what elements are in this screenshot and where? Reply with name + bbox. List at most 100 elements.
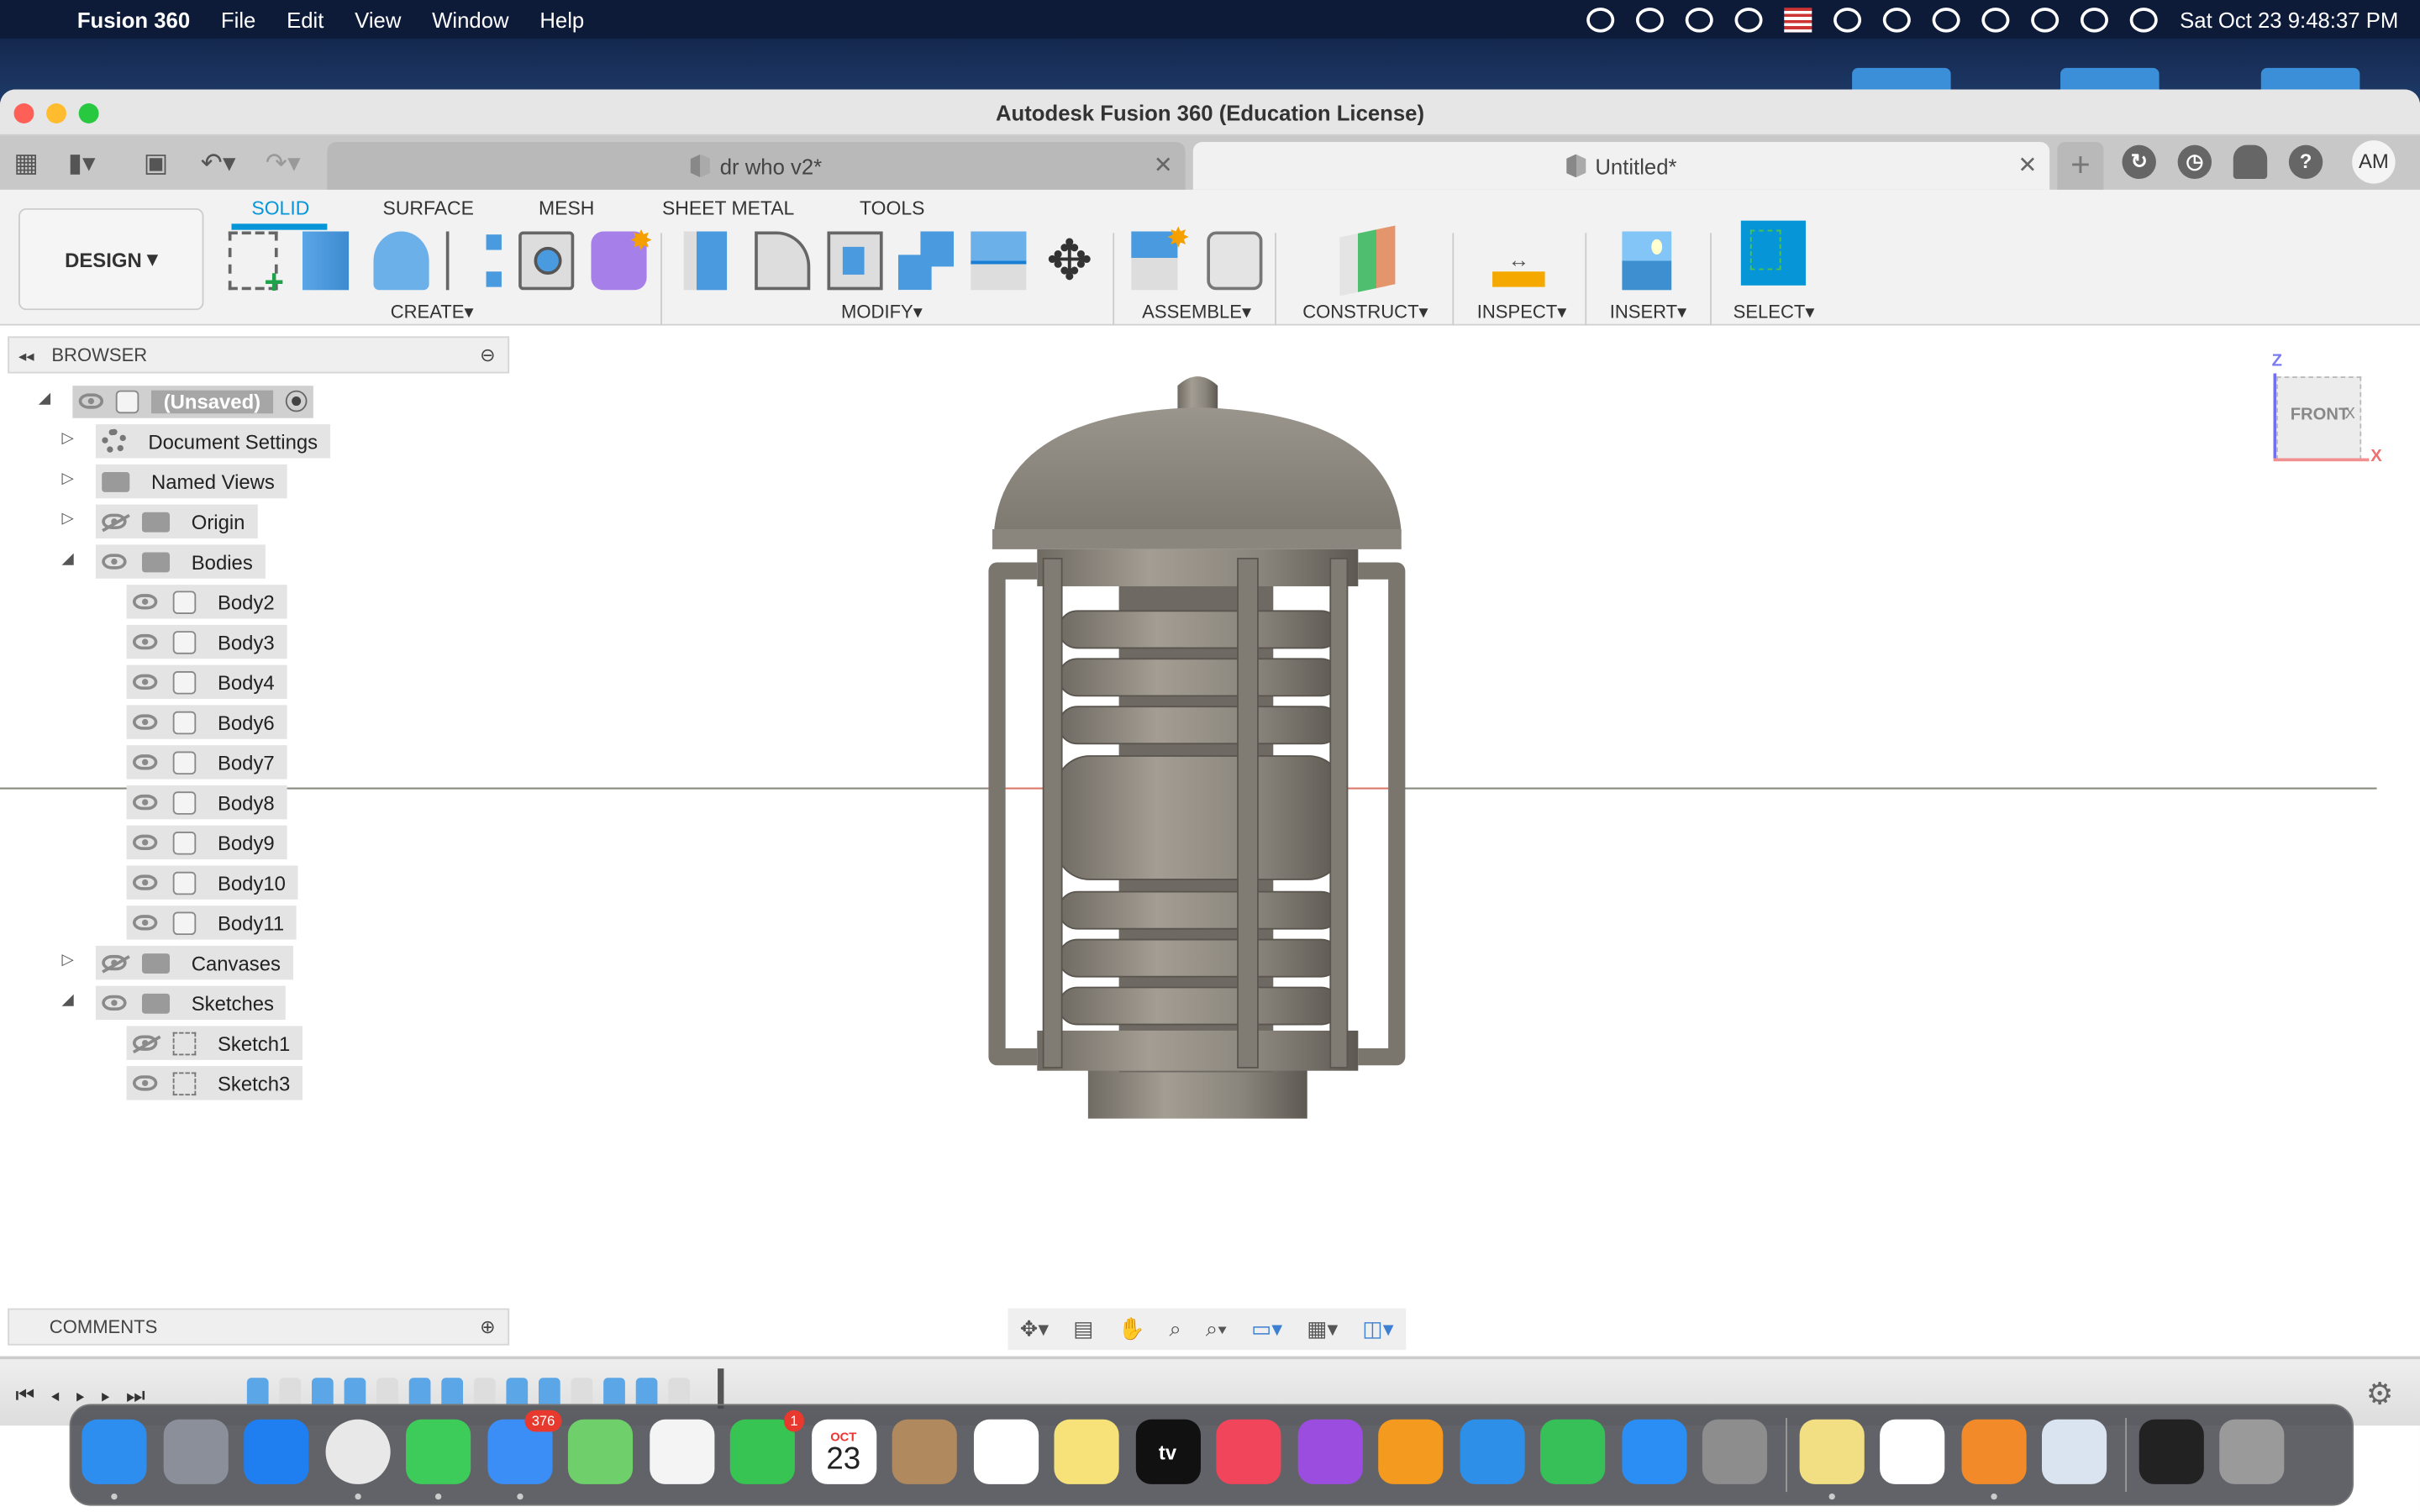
hole-icon[interactable] bbox=[518, 231, 575, 291]
visibility-eye-icon[interactable] bbox=[132, 594, 158, 610]
dock-photos-icon[interactable] bbox=[649, 1419, 714, 1484]
tree-root[interactable]: ◢ (Unsaved) bbox=[39, 384, 313, 417]
play-icon[interactable] bbox=[1686, 7, 1714, 32]
desktop-folder-icon[interactable] bbox=[1852, 67, 1951, 90]
dock-maps-icon[interactable] bbox=[567, 1419, 634, 1484]
new-component-icon[interactable]: ✸ bbox=[1131, 222, 1190, 291]
dock-music-icon[interactable] bbox=[1216, 1419, 1281, 1484]
offset-plane-icon[interactable] bbox=[1339, 225, 1396, 297]
tree-item[interactable]: Body2 bbox=[92, 585, 287, 619]
extrude-icon[interactable] bbox=[302, 231, 350, 291]
close-tab-icon[interactable]: ✕ bbox=[2018, 151, 2037, 179]
select-icon[interactable] bbox=[1740, 220, 1806, 286]
tab-sheet-metal[interactable]: SHEET METAL bbox=[662, 197, 794, 219]
tree-item[interactable]: ▷ Origin bbox=[61, 504, 258, 539]
new-tab-button[interactable]: + bbox=[2057, 141, 2104, 190]
fit-window-icon[interactable]: ⌕▾ bbox=[1206, 1316, 1227, 1342]
tree-item[interactable]: ▷ Named Views bbox=[61, 464, 287, 499]
desktop-folder-icon[interactable] bbox=[2260, 67, 2360, 90]
dock-mail-icon[interactable]: 376 bbox=[487, 1410, 561, 1484]
extensions-icon[interactable]: ↻ bbox=[2122, 144, 2156, 180]
create-form-icon[interactable]: ✸ bbox=[591, 225, 653, 291]
visibility-eye-icon[interactable] bbox=[132, 674, 158, 690]
dock-keynote-icon[interactable] bbox=[1459, 1419, 1524, 1484]
construct-menu[interactable]: CONSTRUCT▾ bbox=[1302, 301, 1428, 323]
joint-icon[interactable] bbox=[1207, 231, 1263, 291]
redo-icon[interactable]: ↷▾ bbox=[266, 148, 301, 179]
visibility-eye-icon[interactable] bbox=[132, 834, 158, 851]
activate-radio-icon[interactable] bbox=[285, 390, 308, 412]
pin-panel-icon[interactable]: ⊖ bbox=[480, 338, 495, 371]
visibility-eye-icon[interactable] bbox=[132, 1075, 158, 1091]
expand-arrow-icon[interactable]: ▷ bbox=[61, 511, 73, 528]
dock-finder-icon[interactable] bbox=[82, 1419, 147, 1484]
visibility-eye-icon[interactable] bbox=[102, 995, 127, 1011]
menu-edit[interactable]: Edit bbox=[287, 7, 324, 31]
tree-item[interactable]: Body10 bbox=[92, 865, 298, 900]
us-flag-icon[interactable] bbox=[1784, 7, 1812, 32]
press-pull-icon[interactable] bbox=[683, 231, 728, 291]
grid-settings-icon[interactable]: ▦▾ bbox=[1307, 1316, 1338, 1342]
tab-mesh[interactable]: MESH bbox=[539, 197, 594, 219]
add-comment-icon[interactable]: ⊕ bbox=[480, 1310, 495, 1343]
creative-cloud-icon[interactable] bbox=[1586, 7, 1615, 32]
dock-podcasts-icon[interactable] bbox=[1297, 1419, 1362, 1484]
file-menu-icon[interactable]: ▮▾ bbox=[68, 148, 96, 179]
bartender-icon[interactable] bbox=[1636, 7, 1665, 32]
timeline-feature-icon[interactable] bbox=[279, 1378, 302, 1406]
tree-item[interactable]: ◢ Bodies bbox=[61, 544, 266, 579]
close-tab-icon[interactable]: ✕ bbox=[1154, 151, 1173, 179]
expand-arrow-icon[interactable]: ▷ bbox=[61, 470, 73, 487]
minimize-window-button[interactable] bbox=[46, 103, 66, 123]
dock-app-store-icon[interactable] bbox=[1621, 1419, 1686, 1484]
revolve-icon[interactable] bbox=[373, 231, 429, 291]
fillet-icon[interactable] bbox=[755, 231, 811, 291]
tree-item[interactable]: ◢ Sketches bbox=[61, 985, 287, 1021]
dock-messages-icon[interactable] bbox=[406, 1419, 471, 1484]
timeline-settings-gear-icon[interactable]: ⚙ bbox=[2366, 1375, 2394, 1414]
display-settings-icon[interactable]: ▭▾ bbox=[1251, 1316, 1282, 1342]
dock-fusion-360-icon[interactable] bbox=[1960, 1419, 2026, 1484]
visibility-eye-icon[interactable] bbox=[132, 754, 158, 770]
pan-hand-icon[interactable]: ✋ bbox=[1118, 1316, 1145, 1342]
tree-item[interactable]: Body8 bbox=[92, 785, 287, 820]
desktop-folder-icon[interactable] bbox=[2060, 67, 2160, 90]
view-cube[interactable]: Z FRONT X X bbox=[2265, 352, 2389, 468]
maximize-window-button[interactable] bbox=[78, 103, 99, 123]
menu-window[interactable]: Window bbox=[432, 7, 508, 31]
dock-stickies-icon[interactable] bbox=[1798, 1419, 1864, 1484]
timeline-feature-icon[interactable] bbox=[506, 1378, 529, 1406]
menu-help[interactable]: Help bbox=[539, 7, 584, 31]
assemble-menu[interactable]: ASSEMBLE▾ bbox=[1142, 301, 1251, 323]
visibility-eye-icon[interactable] bbox=[132, 1035, 158, 1051]
comments-panel-header[interactable]: COMMENTS ⊕ bbox=[8, 1308, 510, 1346]
dock-preview-icon[interactable] bbox=[2041, 1419, 2107, 1484]
tree-item[interactable]: Body4 bbox=[92, 664, 287, 700]
job-status-icon[interactable]: ◷ bbox=[2177, 144, 2212, 180]
dock-contacts-icon[interactable] bbox=[892, 1419, 957, 1484]
close-window-button[interactable] bbox=[13, 103, 34, 123]
notifications-bell-icon[interactable] bbox=[2233, 144, 2268, 180]
tree-item[interactable]: ▷ Document Settings bbox=[61, 424, 330, 459]
battery-charging-icon[interactable] bbox=[1833, 7, 1862, 32]
dock-pages-icon[interactable] bbox=[1378, 1419, 1444, 1484]
timeline-feature-icon[interactable] bbox=[344, 1378, 366, 1406]
tree-item[interactable]: ▷ Canvases bbox=[61, 945, 293, 980]
timeline-feature-icon[interactable] bbox=[571, 1378, 593, 1406]
clock[interactable]: Sat Oct 23 9:48:37 PM bbox=[2180, 7, 2398, 31]
view-cube-front-face[interactable]: FRONT X bbox=[2276, 376, 2362, 460]
tree-item[interactable]: Sketch1 bbox=[92, 1026, 302, 1060]
visibility-eye-icon[interactable] bbox=[132, 633, 158, 650]
tab-tools[interactable]: TOOLS bbox=[860, 197, 924, 219]
timeline-feature-icon[interactable] bbox=[603, 1378, 625, 1406]
time-machine-icon[interactable] bbox=[1982, 7, 2011, 32]
visibility-eye-icon[interactable] bbox=[102, 954, 127, 971]
tab-solid[interactable]: SOLID bbox=[251, 197, 309, 219]
dock-trash-icon[interactable] bbox=[2219, 1419, 2285, 1484]
visibility-eye-icon[interactable] bbox=[132, 915, 158, 931]
undo-icon[interactable]: ↶▾ bbox=[201, 148, 236, 179]
timeline-feature-icon[interactable] bbox=[376, 1378, 398, 1406]
timeline-feature-icon[interactable] bbox=[312, 1378, 334, 1406]
tree-item[interactable]: Body9 bbox=[92, 825, 287, 860]
dock-safari-icon[interactable] bbox=[244, 1419, 309, 1484]
